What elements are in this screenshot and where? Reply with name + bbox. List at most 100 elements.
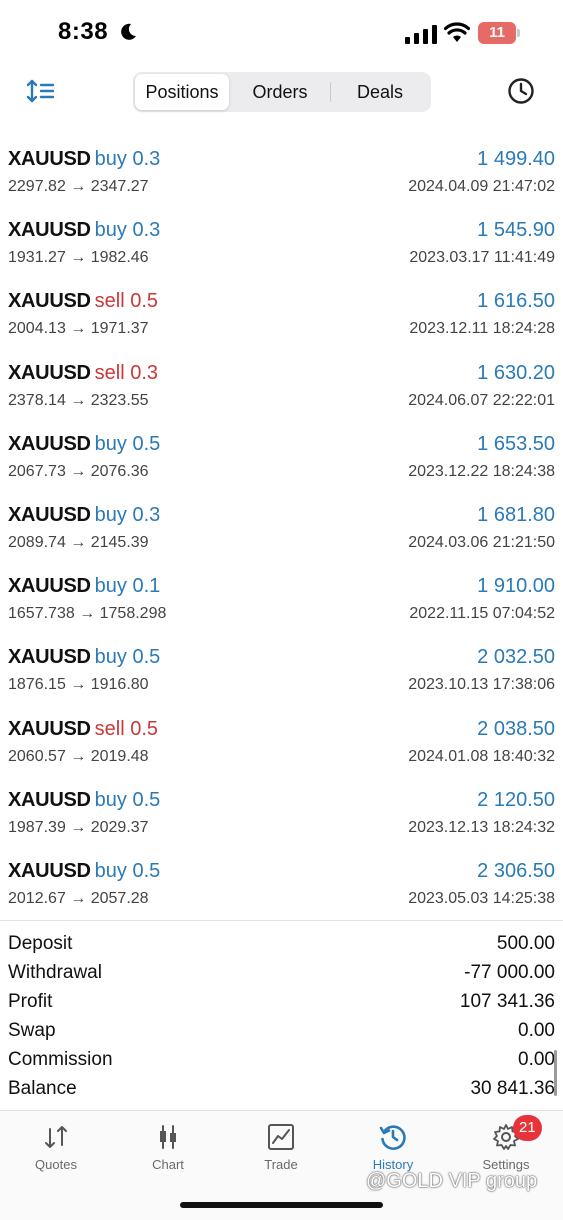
cellular-signal-icon [405, 25, 437, 44]
deal-side: buy [94, 860, 127, 882]
deal-symbol: XAUUSD [8, 361, 91, 384]
deal-symbol: XAUUSD [8, 646, 91, 669]
deal-row[interactable]: XAUUSD buy 0.5 2 120.50 1987.39 → 2029.37 20… [0, 755, 563, 836]
sort-icon[interactable] [26, 78, 56, 104]
deal-side: sell [94, 717, 125, 740]
summary-row: Commission 0.00 [0, 1045, 563, 1073]
tab-quotes[interactable]: Quotes [0, 1119, 112, 1185]
tab-label: Chart [152, 1157, 184, 1172]
watermark-text: @GOLD VIP group [366, 1170, 538, 1192]
scrollbar[interactable] [554, 1050, 557, 1096]
chart-icon [160, 1125, 176, 1149]
deal-symbol: XAUUSD [8, 504, 91, 526]
deal-row[interactable]: XAUUSD buy 0.3 1 681.80 2089.74 → 2145.39 20… [0, 470, 563, 551]
deal-symbol: XAUUSD [8, 788, 91, 811]
deal-title: XAUUSD buy 0.3 [8, 148, 160, 171]
summary-row: Balance 30 841.36 [0, 1074, 563, 1102]
deal-title: XAUUSD buy 0.5 [8, 646, 160, 669]
deal-title: XAUUSD buy 0.3 [8, 504, 160, 527]
deal-volume: 0.5 [132, 432, 161, 455]
tab-deals[interactable]: Deals [331, 74, 429, 110]
deal-title: XAUUSD sell 0.5 [8, 290, 158, 313]
home-indicator[interactable] [180, 1202, 383, 1208]
deal-volume: 0.3 [132, 148, 161, 170]
deal-symbol: XAUUSD [8, 148, 91, 170]
deal-title: XAUUSD buy 0.3 [8, 219, 160, 242]
deal-profit: 2 120.50 [477, 788, 555, 811]
deal-side: buy [94, 788, 127, 811]
deal-profit: 1 653.50 [477, 432, 555, 455]
battery-indicator: 11 [478, 22, 520, 44]
summary-value: 0.00 [518, 1020, 555, 1041]
tab-orders[interactable]: Orders [230, 74, 330, 110]
deal-row[interactable]: XAUUSD buy 0.1 1 910.00 1657.738 → 1758.298… [0, 541, 563, 622]
summary-value: 107 341.36 [459, 991, 555, 1012]
deal-title: XAUUSD buy 0.5 [8, 789, 160, 812]
deal-volume: 0.5 [132, 646, 161, 669]
deal-profit: 1 630.20 [477, 361, 555, 384]
deal-volume: 0.3 [130, 361, 159, 384]
tab-trade[interactable]: Trade [225, 1119, 337, 1185]
deal-side: buy [94, 148, 127, 170]
wifi-icon [444, 22, 470, 42]
summary-value: 30 841.36 [470, 1078, 555, 1099]
summary-label: Withdrawal [8, 962, 102, 983]
deal-row[interactable]: XAUUSD sell 0.3 1 630.20 2378.14 → 2323.55 2… [0, 328, 563, 409]
deal-volume: 0.5 [132, 788, 161, 811]
view-segmented-control: Positions Orders Deals [133, 72, 431, 112]
account-summary: Deposit 500.00 Withdrawal -77 000.00 Profit 1… [0, 920, 563, 1108]
deal-symbol: XAUUSD [8, 717, 91, 740]
summary-value: 0.00 [518, 1049, 555, 1070]
deal-side: buy [94, 504, 127, 526]
deal-profit: 2 306.50 [477, 860, 555, 882]
deal-symbol: XAUUSD [8, 575, 91, 598]
summary-row: Deposit 500.00 [0, 929, 563, 957]
deal-row[interactable]: XAUUSD buy 0.3 1 545.90 1931.27 → 1982.46 20… [0, 185, 563, 266]
tab-chart[interactable]: Chart [112, 1119, 224, 1185]
trade-icon [268, 1124, 294, 1150]
deal-profit: 1 681.80 [477, 504, 555, 526]
deal-side: buy [94, 575, 127, 598]
deal-volume: 0.3 [132, 219, 161, 242]
battery-cap [517, 29, 520, 37]
deal-side: buy [94, 219, 127, 242]
deal-row[interactable]: XAUUSD sell 0.5 2 038.50 2060.57 → 2019.48 2… [0, 684, 563, 765]
deal-title: XAUUSD sell 0.3 [8, 362, 158, 385]
summary-label: Swap [8, 1020, 56, 1041]
deals-list[interactable]: — — — — XAUUSDbuy 0.31 499.402297.82 → 2… [0, 114, 563, 920]
tab-label: Quotes [35, 1157, 77, 1172]
mt-history-screen: 8:38 11 Positions Orders Deals XAUUSD bu… [0, 0, 563, 1220]
notification-badge: 21 [513, 1115, 542, 1141]
deal-title: XAUUSD buy 0.5 [8, 860, 160, 883]
deal-volume: 0.3 [132, 504, 161, 526]
deal-profit: 1 499.40 [477, 148, 555, 170]
status-bar: 8:38 11 [0, 0, 563, 68]
deal-symbol: XAUUSD [8, 219, 91, 242]
clock-icon[interactable] [507, 77, 535, 105]
deal-row[interactable]: XAUUSD sell 0.5 1 616.50 2004.13 → 1971.37 2… [0, 256, 563, 337]
tab-label: Trade [264, 1157, 298, 1172]
deal-date: 2023.05.03 14:25:38 [408, 890, 555, 907]
summary-row: Profit 107 341.36 [0, 987, 563, 1015]
deal-volume: 0.5 [132, 860, 161, 882]
deal-row[interactable]: XAUUSD buy 0.5 2 306.50 2012.67 → 2057.28 20… [0, 826, 563, 907]
deal-title: XAUUSD buy 0.1 [8, 575, 160, 598]
deal-profit: 1 545.90 [477, 219, 555, 242]
tab-positions[interactable]: Positions [135, 74, 229, 110]
deal-profit: 1 910.00 [477, 575, 555, 598]
deal-symbol: XAUUSD [8, 860, 91, 882]
summary-value: 500.00 [496, 933, 555, 954]
deal-row[interactable]: XAUUSD buy 0.3 1 499.40 2297.82 → 2347.27 20… [0, 114, 563, 195]
summary-value: -77 000.00 [464, 962, 555, 983]
deal-side: buy [94, 646, 127, 669]
deal-side: sell [94, 290, 125, 313]
summary-row: Swap 0.00 [0, 1016, 563, 1044]
top-nav: Positions Orders Deals [0, 68, 563, 114]
quotes-icon [45, 1126, 67, 1148]
summary-row: Withdrawal -77 000.00 [0, 958, 563, 986]
deal-row[interactable]: XAUUSD buy 0.5 1 653.50 2067.73 → 2076.36 20… [0, 399, 563, 480]
deal-row[interactable]: XAUUSD buy 0.5 2 032.50 1876.15 → 1916.80 20… [0, 612, 563, 693]
deal-symbol: XAUUSD [8, 432, 91, 455]
deal-side: sell [94, 361, 125, 384]
summary-label: Balance [8, 1078, 77, 1099]
